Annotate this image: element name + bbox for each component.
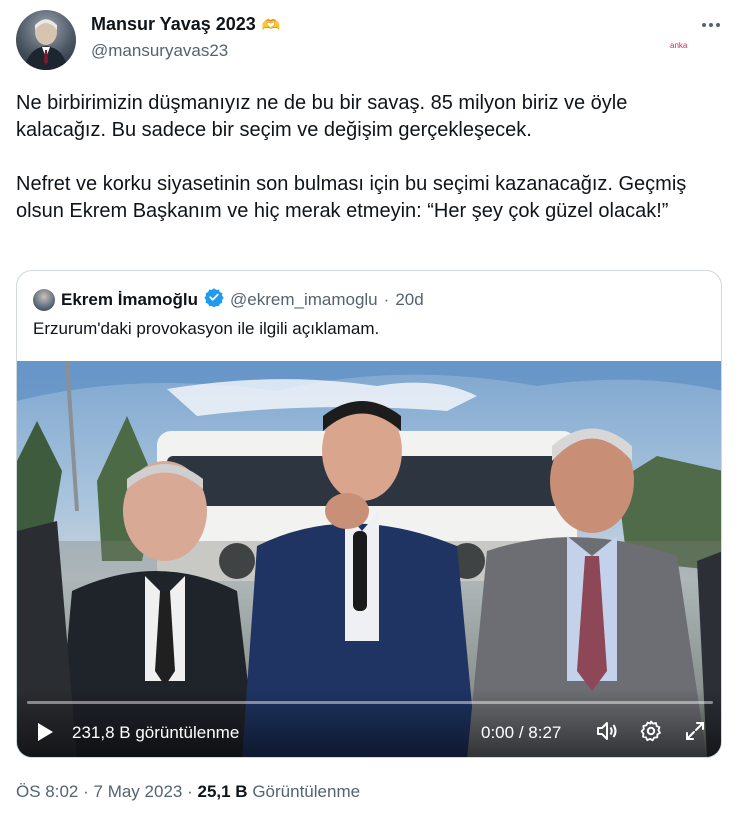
- volume-graphic: [597, 722, 617, 740]
- quoted-tweet-text: Erzurum'daki provokasyon ile ilgili açık…: [33, 319, 380, 338]
- quoted-tweet-age[interactable]: 20d: [395, 290, 423, 310]
- more-horizontal-icon[interactable]: [700, 14, 722, 42]
- video-current-time: 0:00: [481, 723, 515, 742]
- volume-icon[interactable]: [595, 719, 619, 749]
- footer-sep-1: ·: [83, 782, 89, 801]
- quoted-author-handle[interactable]: @ekrem_imamoglu: [230, 290, 378, 310]
- quoted-tweet[interactable]: Ekrem İmamoğlu @ekrem_imamoglu · 20d Erz…: [16, 270, 722, 758]
- footer-sep-2: ·: [187, 782, 193, 801]
- fullscreen-icon[interactable]: [683, 719, 707, 749]
- video-time-sep: /: [514, 723, 529, 742]
- quoted-author-avatar[interactable]: [33, 288, 55, 311]
- tweet-date[interactable]: 7 May 2023: [94, 782, 183, 801]
- author-handle[interactable]: @mansuryavas23: [91, 41, 228, 61]
- video-duration: 8:27: [528, 723, 562, 742]
- author-name[interactable]: Mansur Yavaş 2023: [91, 14, 256, 35]
- header-separator: ·: [383, 289, 390, 309]
- avatar-portrait: [24, 19, 68, 70]
- play-icon[interactable]: [35, 721, 55, 749]
- verified-badge-icon: [204, 287, 224, 312]
- video-progress-bar[interactable]: [27, 701, 713, 704]
- heart-hands-emoji: 🫶: [261, 16, 281, 34]
- gear-graphic: [640, 720, 661, 742]
- author-avatar[interactable]: [16, 10, 76, 70]
- tweet-footer: ÖS 8:02 · 7 May 2023 · 25,1 B Görüntülen…: [16, 782, 360, 802]
- tweet-time[interactable]: ÖS 8:02: [16, 782, 78, 801]
- video-controls: 231,8 B görüntülenme 0:00 / 8:27: [17, 689, 721, 757]
- tweet-view-count: 25,1 B: [197, 782, 248, 801]
- watermark-logo: anka: [670, 41, 688, 50]
- author-name-row: Mansur Yavaş 2023 🫶: [91, 14, 280, 35]
- video-player[interactable]: 231,8 B görüntülenme 0:00 / 8:27: [17, 361, 721, 757]
- verified-badge-graphic: [204, 288, 224, 308]
- video-time: 0:00 / 8:27: [481, 723, 561, 743]
- fullscreen-graphic: [686, 722, 704, 740]
- video-view-count: 231,8 B görüntülenme: [72, 723, 240, 742]
- quoted-tweet-header: Ekrem İmamoğlu @ekrem_imamoglu · 20d: [33, 287, 424, 312]
- play-graphic: [38, 723, 53, 741]
- tweet-text: Ne birbirimizin düşmanıyız ne de bu bir …: [16, 92, 687, 222]
- more-icon-graphic: [702, 23, 720, 27]
- quoted-author-name[interactable]: Ekrem İmamoğlu: [61, 290, 198, 310]
- settings-gear-icon[interactable]: [639, 719, 663, 749]
- tweet-view-label: Görüntülenme: [252, 782, 361, 801]
